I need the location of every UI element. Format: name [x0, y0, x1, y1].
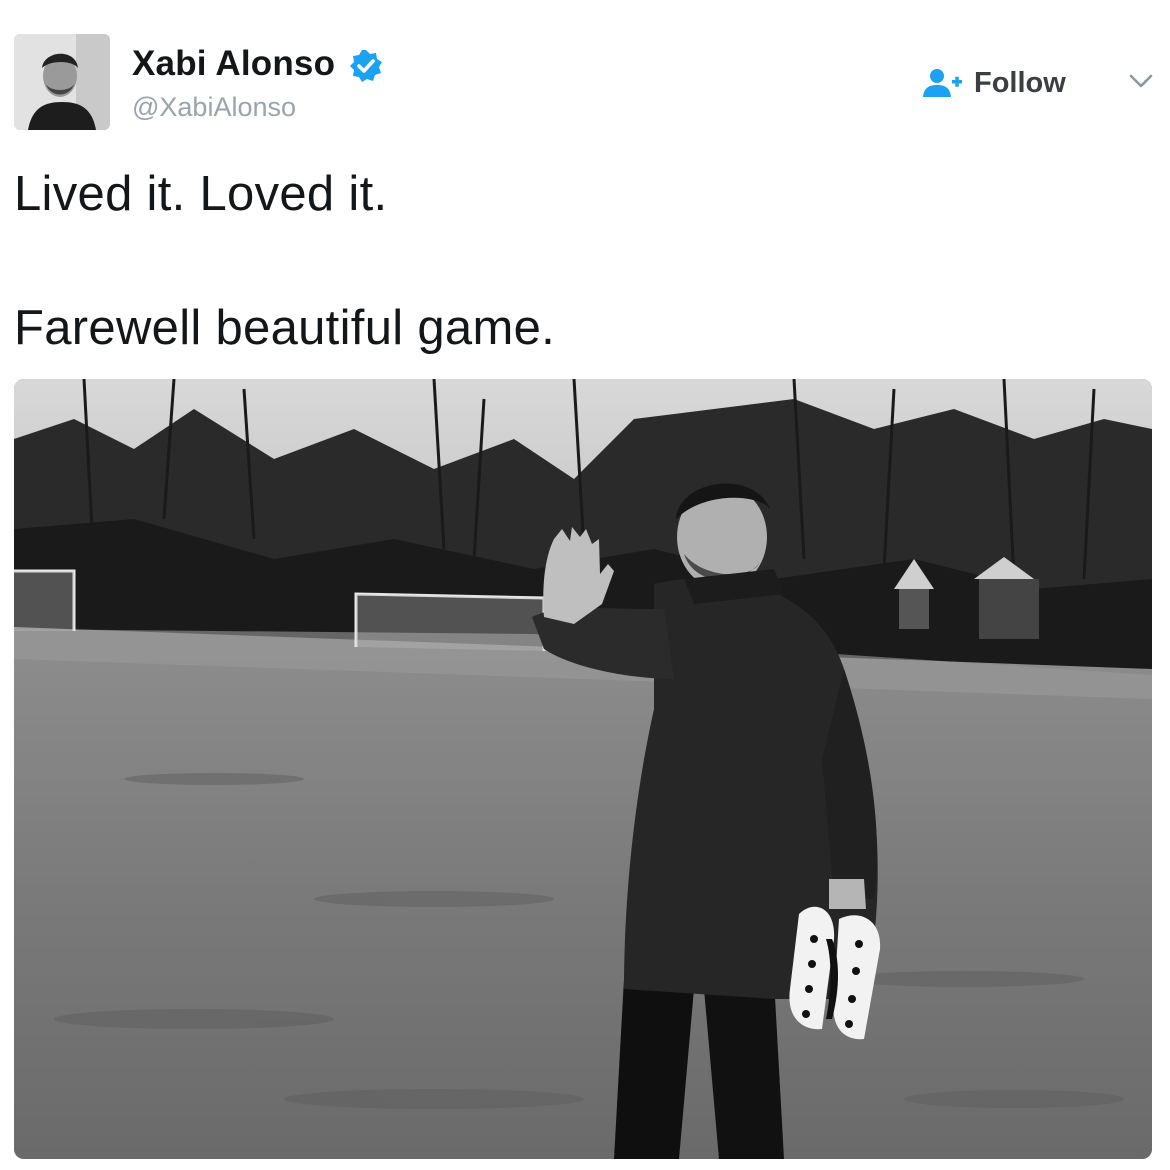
tweet-text-line: Farewell beautiful game. — [14, 301, 556, 355]
verified-badge-icon — [348, 48, 384, 84]
user-handle[interactable]: @XabiAlonso — [132, 92, 296, 123]
follow-label: Follow — [974, 66, 1066, 99]
follow-button[interactable]: Follow — [920, 60, 1066, 106]
tweet-photo[interactable] — [14, 379, 1152, 1159]
avatar[interactable] — [14, 34, 110, 130]
tweet-card: Xabi Alonso @XabiAlonso Follow Lived it.… — [0, 0, 1170, 1170]
chevron-down-icon[interactable] — [1124, 64, 1158, 98]
add-person-icon — [923, 69, 962, 97]
display-name[interactable]: Xabi Alonso — [132, 44, 335, 84]
tweet-text-line: Lived it. Loved it. — [14, 167, 388, 221]
